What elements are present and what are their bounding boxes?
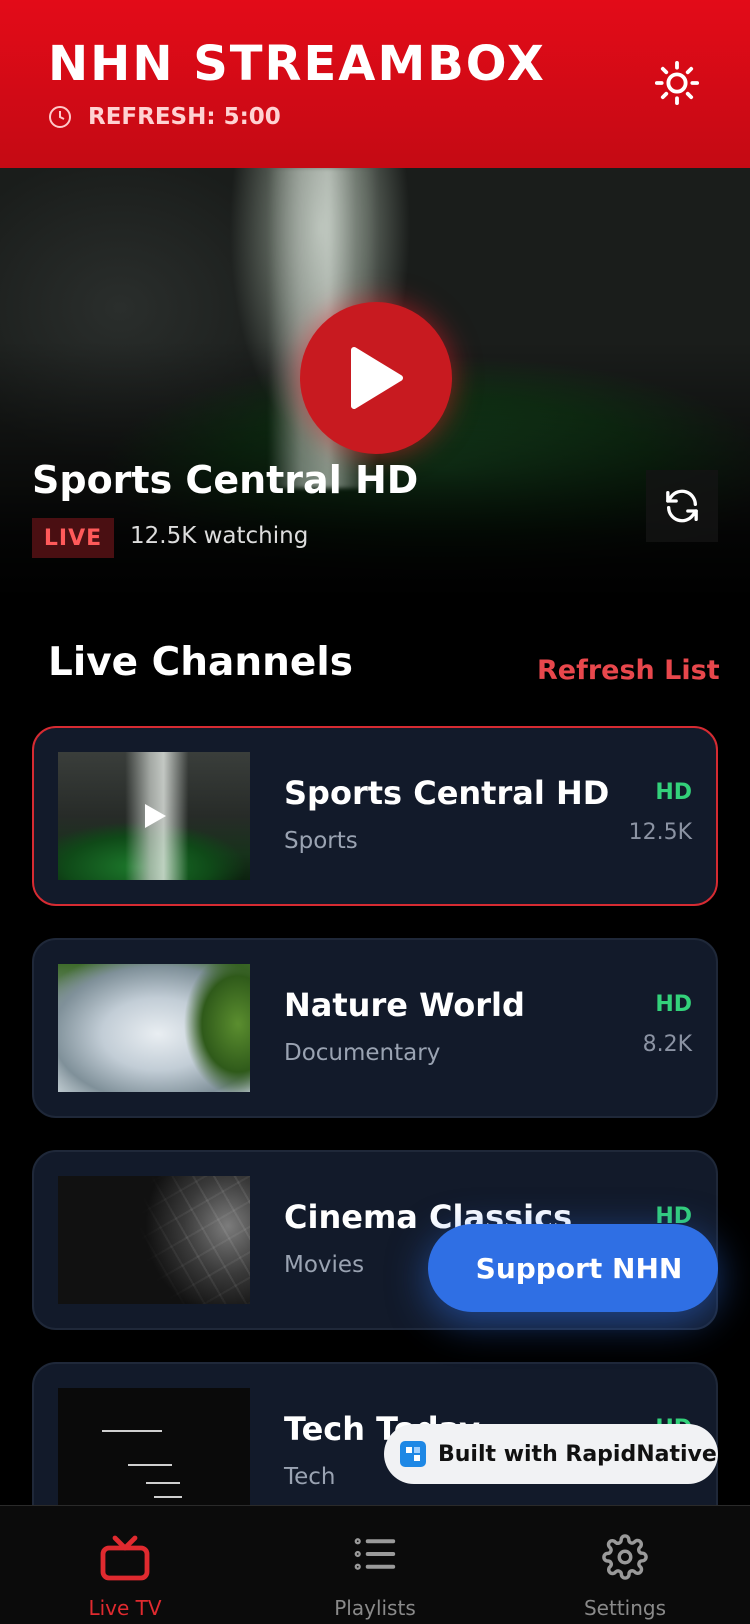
- sun-icon: [654, 60, 700, 106]
- quality-badge: HD: [655, 992, 692, 1017]
- nav-label: Playlists: [334, 1596, 416, 1620]
- quality-badge: HD: [655, 780, 692, 805]
- hero-player[interactable]: Sports Central HD LIVE 12.5K watching: [0, 168, 750, 600]
- app-header: NHN STREAMBOX REFRESH: 5:00: [0, 0, 750, 168]
- live-badge: LIVE: [32, 518, 114, 558]
- channel-category: Movies: [284, 1252, 365, 1278]
- refresh-timer: REFRESH: 5:00: [48, 104, 281, 130]
- hero-play-button[interactable]: [300, 302, 452, 454]
- built-with-badge[interactable]: Built with RapidNative: [384, 1424, 718, 1484]
- channel-card[interactable]: Sports Central HD Sports HD 12.5K: [32, 726, 718, 906]
- channel-thumbnail: [58, 1388, 250, 1516]
- tv-icon: [100, 1535, 150, 1581]
- section-title: Live Channels: [48, 640, 353, 685]
- play-icon: [351, 347, 403, 409]
- refresh-timer-label: REFRESH: 5:00: [88, 104, 281, 130]
- bottom-nav: Live TV Playlists Settings: [0, 1505, 750, 1624]
- refresh-list-link[interactable]: Refresh List: [537, 655, 720, 686]
- viewer-count: 12.5K: [628, 820, 692, 845]
- play-icon: [145, 804, 166, 828]
- channel-thumbnail: [58, 964, 250, 1092]
- nav-label: Live TV: [88, 1596, 162, 1620]
- channel-category: Tech: [284, 1464, 336, 1490]
- channel-category: Sports: [284, 828, 358, 854]
- refresh-icon: [666, 489, 698, 523]
- nav-item-settings[interactable]: Settings: [500, 1506, 750, 1624]
- support-button[interactable]: Support NHN: [428, 1224, 718, 1312]
- rapidnative-logo-icon: [400, 1441, 426, 1467]
- channel-name: Nature World: [284, 986, 525, 1024]
- channel-thumbnail: [58, 1176, 250, 1304]
- nav-item-playlists[interactable]: Playlists: [250, 1506, 500, 1624]
- hero-channel-title: Sports Central HD: [32, 458, 419, 502]
- channel-category: Documentary: [284, 1040, 441, 1066]
- channel-thumbnail: [58, 752, 250, 880]
- theme-toggle-button[interactable]: [652, 58, 702, 108]
- clock-icon: [49, 106, 71, 128]
- nav-label: Settings: [583, 1596, 667, 1620]
- gear-icon: [602, 1534, 648, 1580]
- list-icon: [354, 1538, 396, 1570]
- app-title: NHN STREAMBOX: [48, 36, 546, 92]
- nav-item-live-tv[interactable]: Live TV: [0, 1506, 250, 1624]
- channel-name: Sports Central HD: [284, 774, 610, 812]
- watching-count: 12.5K watching: [130, 523, 309, 549]
- hero-refresh-button[interactable]: [646, 470, 718, 542]
- viewer-count: 8.2K: [642, 1032, 692, 1057]
- channel-card[interactable]: Nature World Documentary HD 8.2K: [32, 938, 718, 1118]
- built-with-label: Built with RapidNative: [438, 1441, 717, 1467]
